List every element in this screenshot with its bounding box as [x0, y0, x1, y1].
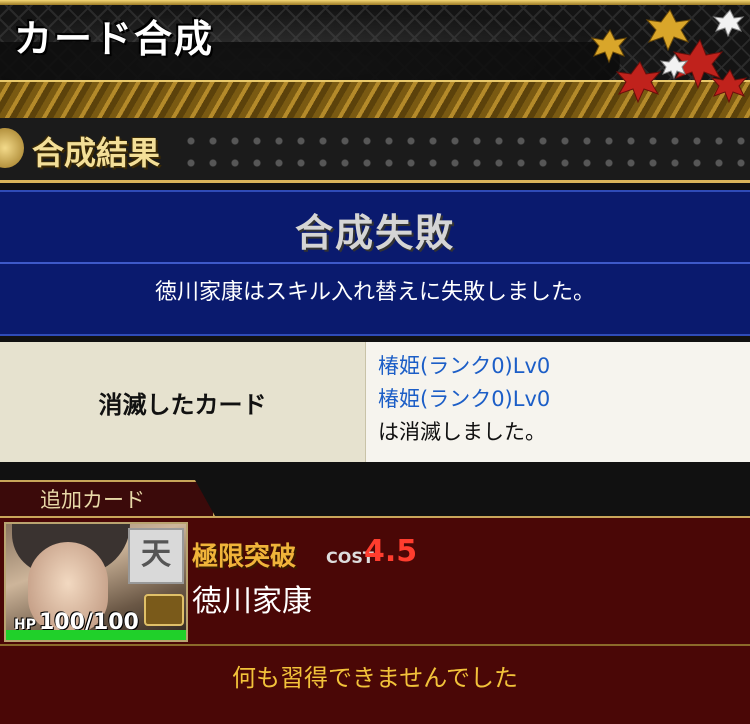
cost-value: 4.5: [364, 534, 418, 569]
card-name: 徳川家康: [192, 584, 312, 619]
card-portrait[interactable]: 天 HP 100/100: [4, 522, 188, 642]
added-card-panel: 天 HP 100/100 極限突破 COST 4.5 徳川家康 何も習得できません…: [0, 516, 750, 724]
section-pattern: [180, 130, 750, 170]
page-title: カード合成: [14, 17, 215, 61]
lost-cards-list: 椿姫(ランク0)Lv0 椿姫(ランク0)Lv0 は消滅しました。: [378, 350, 738, 449]
section-title: 合成結果: [32, 134, 161, 172]
added-card-divider: [0, 644, 750, 646]
lost-card-link[interactable]: 椿姫(ランク0)Lv0: [378, 383, 738, 416]
result-panel: 合成失敗 徳川家康はスキル入れ替えに失敗しました。: [0, 190, 750, 336]
section-header: 合成結果: [0, 118, 750, 183]
maple-leaves-icon: [590, 9, 748, 104]
result-divider: [0, 262, 750, 264]
result-message: 徳川家康はスキル入れ替えに失敗しました。: [154, 280, 595, 305]
added-card-tab: 追加カード: [0, 480, 215, 516]
treasure-chest-icon: [144, 594, 184, 626]
limit-break-status: 極限突破: [192, 542, 297, 572]
learn-result-message: 何も習得できませんでした: [231, 664, 519, 692]
gold-emblem-icon: [0, 128, 24, 168]
lost-card-link[interactable]: 椿姫(ランク0)Lv0: [378, 350, 738, 383]
rarity-badge: 天: [128, 528, 184, 584]
header-banner: カード合成: [0, 0, 750, 118]
lost-cards-table: 消滅したカード 椿姫(ランク0)Lv0 椿姫(ランク0)Lv0 は消滅しました。: [0, 342, 750, 462]
result-title: 合成失敗: [294, 211, 455, 255]
lost-cards-suffix: は消滅しました。: [378, 420, 546, 444]
hp-bar: [6, 630, 186, 640]
lost-cards-label: 消滅したカード: [0, 342, 366, 462]
